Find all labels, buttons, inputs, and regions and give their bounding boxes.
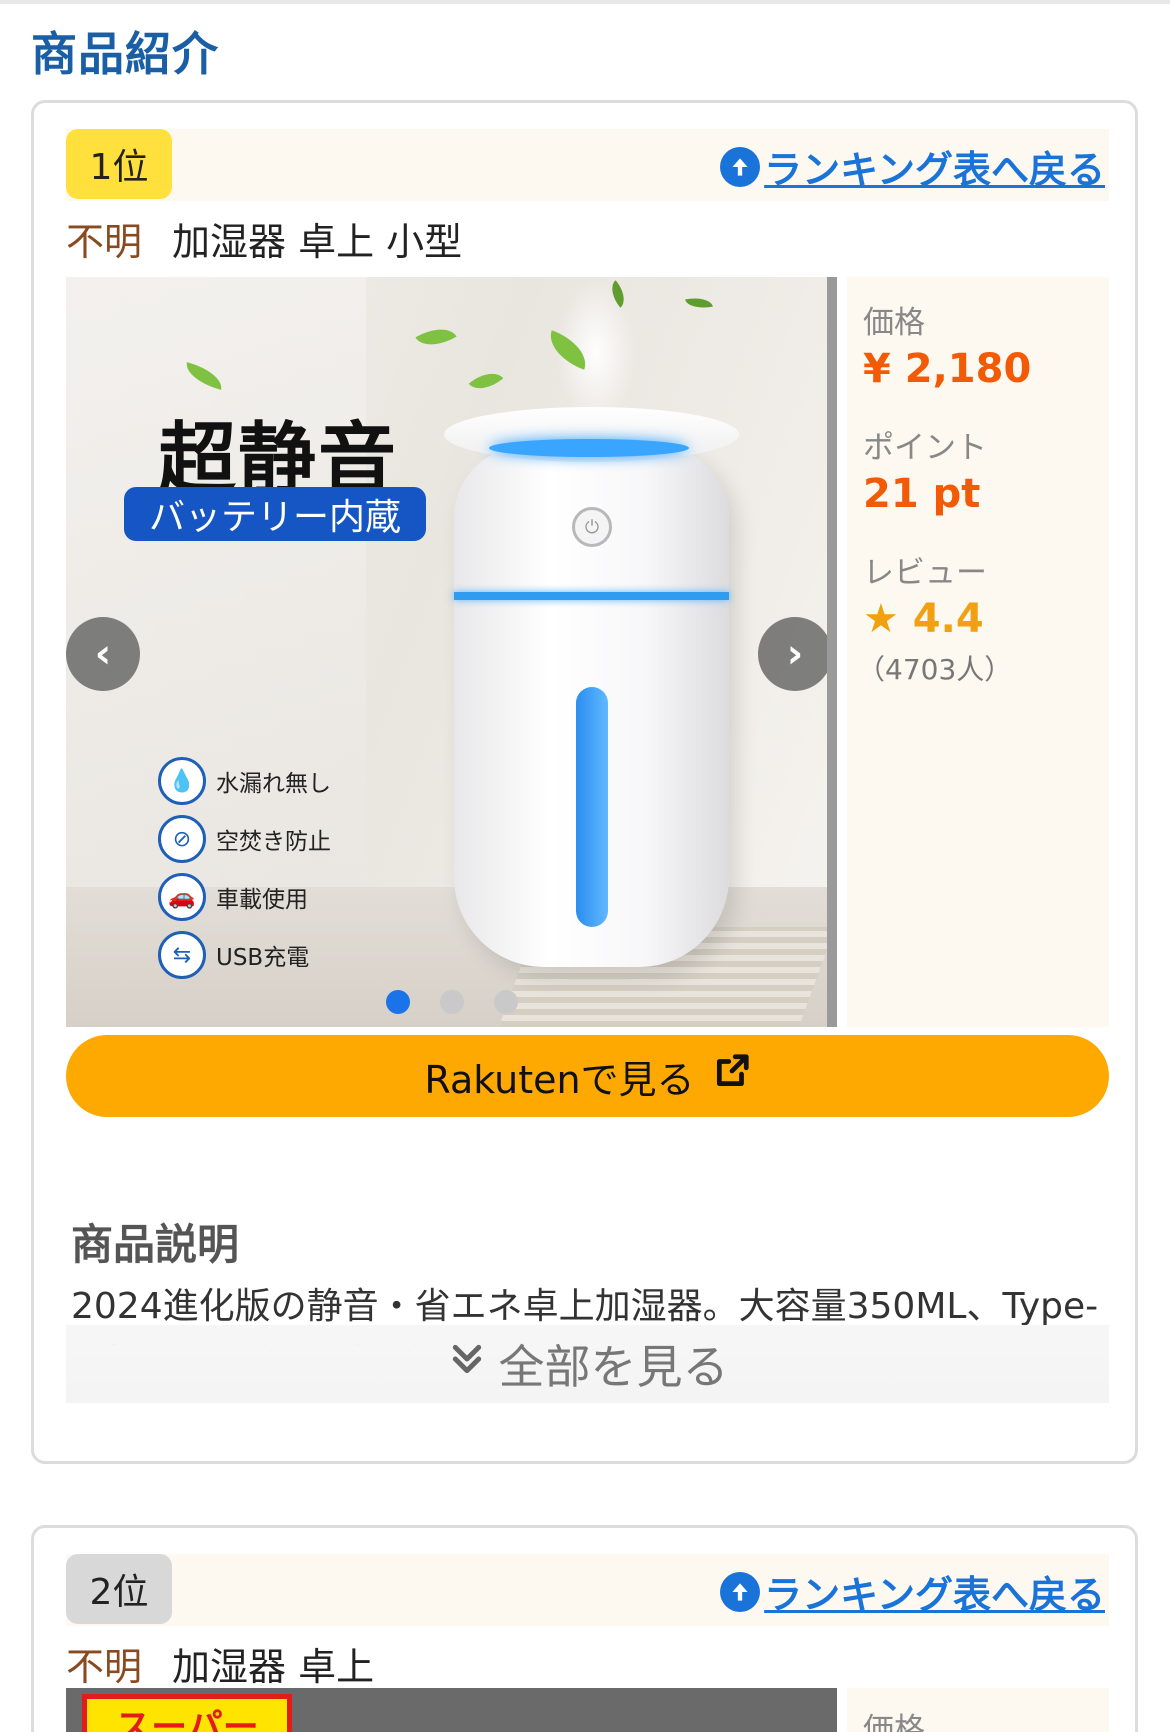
product-name: 加湿器 卓上 小型 [172, 220, 463, 264]
back-link-label: ランキング表へ戻る [764, 1573, 1105, 1617]
rank-badge: 1位 [66, 129, 172, 199]
product-title: 不明 加湿器 卓上 [66, 1636, 374, 1691]
product-name: 加湿器 卓上 [172, 1645, 375, 1689]
usb-icon: ⇆ [158, 931, 206, 979]
image-sale-tag: スーパー [82, 1694, 292, 1732]
price-value: ¥ 2,180 [863, 346, 1032, 392]
arrow-up-circle-icon [720, 146, 761, 187]
image-battery-badge: バッテリー内蔵 [124, 487, 426, 541]
back-to-ranking-link[interactable]: ランキング表へ戻る [720, 139, 1105, 194]
review-rating: ★ 4.4 [863, 596, 984, 642]
arrow-up-circle-icon [720, 1571, 761, 1612]
review-label: レビュー [863, 555, 987, 591]
water-drop-icon: 💧 [158, 757, 206, 805]
review-count: （4703人） [857, 653, 1013, 686]
points-label: ポイント [863, 430, 987, 466]
humidifier-graphic: ⏻ [444, 407, 739, 967]
product-brand: 不明 [66, 1645, 143, 1689]
rank-badge: 2位 [66, 1554, 172, 1624]
show-all-label: 全部を見る [498, 1340, 729, 1394]
section-title: 商品紹介 [31, 27, 219, 81]
price-label: 価格 [863, 1712, 925, 1732]
chevron-right-icon: › [786, 631, 804, 677]
carousel-prev-button[interactable]: ‹ [66, 617, 140, 691]
chevron-left-icon: ‹ [94, 631, 112, 677]
product-info-panel: 価格 [847, 1688, 1109, 1732]
product-brand: 不明 [66, 220, 143, 264]
back-to-ranking-link[interactable]: ランキング表へ戻る [720, 1564, 1105, 1619]
leaf-icon [468, 364, 504, 398]
feature-label: 空焚き防止 [216, 829, 331, 855]
rank-bar: 2位 ランキング表へ戻る [66, 1554, 1109, 1626]
product-card-2: 2位 ランキング表へ戻る 不明 加湿器 卓上 スーパー 価格 [31, 1525, 1138, 1732]
humidifier-glow [489, 439, 689, 457]
feature-list: 💧 水漏れ無し ⊘ 空焚き防止 🚗 車載使用 ⇆ USB充電 [158, 752, 331, 984]
humidifier-ring [454, 592, 729, 600]
humidifier-water-window [576, 687, 608, 927]
feature-item: 🚗 車載使用 [158, 868, 331, 926]
car-icon: 🚗 [158, 873, 206, 921]
carousel-dots [386, 990, 518, 1014]
leaf-icon [415, 319, 457, 355]
product-info-panel: 価格 ¥ 2,180 ポイント 21 pt レビュー ★ 4.4 （4703人） [847, 277, 1109, 1027]
back-link-label: ランキング表へ戻る [764, 148, 1105, 192]
product-image-carousel[interactable]: 超静音 バッテリー内蔵 ⏻ 💧 水漏れ無し ⊘ 空焚き防止 🚗 車載使用 ⇆ U… [66, 277, 837, 1027]
carousel-dot[interactable] [440, 990, 464, 1014]
feature-item: ⊘ 空焚き防止 [158, 810, 331, 868]
feature-label: 水漏れ無し [216, 771, 331, 797]
feature-item: ⇆ USB充電 [158, 926, 331, 984]
view-on-rakuten-button[interactable]: Rakutenで見る [66, 1035, 1109, 1117]
description-title: 商品説明 [71, 1220, 240, 1269]
product-title: 不明 加湿器 卓上 小型 [66, 211, 462, 266]
external-link-icon [713, 1052, 751, 1100]
carousel-dot-active[interactable] [386, 990, 410, 1014]
carousel-dot[interactable] [494, 990, 518, 1014]
top-divider [0, 0, 1170, 4]
chevron-double-down-icon [447, 1339, 487, 1389]
power-icon: ⏻ [572, 507, 612, 547]
leaf-icon [685, 294, 713, 312]
carousel-next-button[interactable]: › [758, 617, 827, 691]
show-all-button[interactable]: 全部を見る [66, 1325, 1109, 1403]
price-label: 価格 [863, 305, 925, 341]
buy-button-label: Rakutenで見る [424, 1057, 695, 1102]
feature-label: 車載使用 [216, 887, 308, 913]
product-card-1: 1位 ランキング表へ戻る 不明加湿器 卓上 小型 超静音 バッテリー内蔵 ⏻ [31, 100, 1138, 1464]
points-value: 21 pt [863, 471, 981, 517]
feature-item: 💧 水漏れ無し [158, 752, 331, 810]
rank-bar: 1位 ランキング表へ戻る [66, 129, 1109, 201]
no-dry-heat-icon: ⊘ [158, 815, 206, 863]
feature-label: USB充電 [216, 945, 310, 971]
product-image-carousel[interactable]: スーパー [66, 1688, 837, 1732]
